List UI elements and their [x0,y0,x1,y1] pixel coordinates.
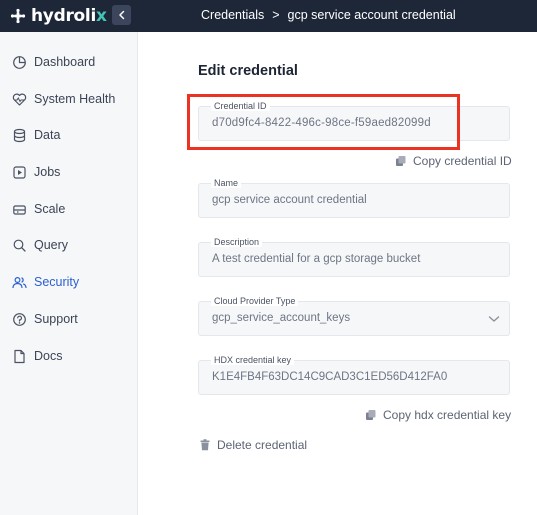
hdx-credential-key-field[interactable]: HDX credential key K1E4FB4F63DC14C9CAD3C… [198,355,510,395]
top-bar: hydrolix Credentials > gcp service account… [0,0,537,32]
copy-credential-id-label: Copy credential ID [413,154,512,168]
breadcrumb: Credentials > gcp service account credenti… [201,8,456,22]
cloud-provider-type-label: Cloud Provider Type [211,296,299,306]
delete-credential-button[interactable]: Delete credential [199,438,307,452]
name-field[interactable]: Name gcp service account credential [198,178,510,218]
sidebar-item-label: Security [34,275,80,289]
sidebar-item-scale[interactable]: Scale [0,197,138,223]
document-icon [14,349,25,364]
highlight-box [187,94,460,150]
cloud-provider-type-select[interactable]: Cloud Provider Type gcp_service_account_… [198,296,510,336]
search-icon [13,239,26,252]
breadcrumb-separator: > [272,8,280,22]
sidebar-item-label: Jobs [34,165,61,179]
sidebar-item-jobs[interactable]: Jobs [0,160,138,186]
sidebar-item-label: System Health [34,92,116,106]
cloud-provider-type-value: gcp_service_account_keys [212,312,351,324]
sidebar-item-label: Docs [34,349,63,363]
sidebar-item-label: Query [34,238,69,252]
jobs-icon [13,166,26,179]
help-icon [13,313,26,326]
chevron-down-icon [488,316,500,322]
hdx-credential-key-label: HDX credential key [211,355,295,365]
breadcrumb-parent-link[interactable]: Credentials [201,8,264,22]
name-label: Name [211,178,242,188]
copy-hdx-credential-key-label: Copy hdx credential key [383,408,512,422]
sidebar-item-support[interactable]: Support [0,307,138,333]
sidebar-item-security[interactable]: Security [0,270,138,296]
copy-credential-id-button[interactable]: Copy credential ID [395,154,512,168]
chevron-left-icon [118,10,124,20]
page-title: Edit credential [198,63,298,79]
hdx-credential-key-value: K1E4FB4F63DC14C9CAD3C1ED56D412FA0 [212,371,448,383]
sidebar-item-label: Data [34,128,61,142]
scale-icon [13,205,26,215]
sidebar: Dashboard System Health Data Jobs Scale … [0,32,138,515]
copy-icon [366,410,376,420]
brand-logo[interactable]: hydrolix [10,6,107,26]
sidebar-item-dashboard[interactable]: Dashboard [0,50,138,76]
sidebar-item-data[interactable]: Data [0,123,138,149]
brand-name: hydrolix [31,6,107,26]
database-icon [13,128,26,143]
sidebar-item-label: Support [34,312,78,326]
collapse-sidebar-button[interactable] [112,5,131,25]
copy-hdx-credential-key-button[interactable]: Copy hdx credential key [365,408,511,422]
description-field[interactable]: Description A test credential for a gcp … [198,237,510,277]
breadcrumb-current: gcp service account credential [287,8,456,22]
sidebar-item-query[interactable]: Query [0,233,138,259]
description-label: Description [211,237,263,247]
health-icon [12,93,27,106]
dashboard-icon [13,56,26,69]
sidebar-item-label: Scale [34,202,66,216]
name-value: gcp service account credential [212,194,367,206]
sidebar-item-label: Dashboard [34,55,96,69]
delete-credential-label: Delete credential [217,438,308,452]
sidebar-item-system-health[interactable]: System Health [0,87,138,113]
sidebar-item-docs[interactable]: Docs [0,344,138,370]
users-icon [12,276,27,289]
trash-icon [200,439,210,451]
copy-icon [396,156,406,166]
hydrolix-logo-icon [10,8,26,24]
description-value: A test credential for a gcp storage buck… [212,253,421,265]
